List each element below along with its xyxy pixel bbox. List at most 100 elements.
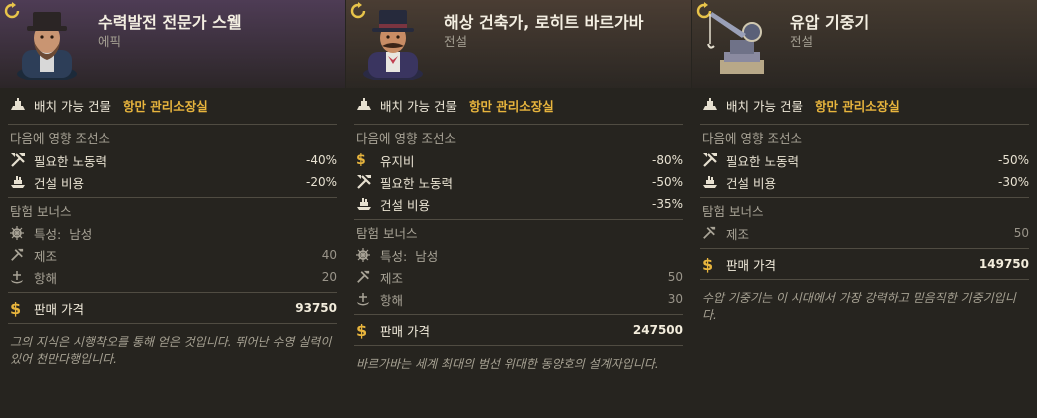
building-icon — [10, 97, 34, 113]
price-value: 93750 — [295, 301, 337, 315]
item-card-hydraulic-crane[interactable]: 유압 기중기 전설 배치 가능 건물 항만 관리소장실 다음에 영향 조선소 필… — [692, 0, 1037, 418]
divider — [8, 124, 337, 125]
specialist-card-rohit[interactable]: 해상 건축가, 로히트 바르가바 전설 배치 가능 건물 항만 관리소장실 다음… — [346, 0, 691, 418]
placement-label: 배치 가능 건물 — [34, 98, 111, 114]
tools-icon — [702, 225, 726, 241]
expedition-value: 40 — [321, 248, 337, 262]
effect-row: 건설 비용 -35% — [346, 193, 691, 215]
divider — [354, 219, 683, 220]
effect-value: -50% — [997, 153, 1029, 167]
divider — [700, 197, 1029, 198]
expedition-value: 50 — [1013, 226, 1029, 240]
placement-value: 항만 관리소장실 — [122, 98, 208, 114]
dollar-icon: $ — [356, 320, 368, 340]
divider — [354, 314, 683, 315]
effect-value: -20% — [305, 175, 337, 189]
effect-value: -40% — [305, 153, 337, 167]
price-value: 247500 — [632, 323, 683, 337]
effect-label: 유지비 — [380, 153, 415, 169]
flavor-text: 그의 지식은 시행착오를 통해 얻은 것입니다. 뛰어난 수영 실력이 있어 천… — [10, 335, 332, 366]
portrait-rohit-icon — [360, 4, 426, 80]
effect-row: 필요한 노동력 -50% — [692, 149, 1037, 171]
expedition-title: 탐험 보너스 — [356, 226, 418, 241]
affect-title: 다음에 영향 조선소 — [356, 131, 456, 146]
expedition-value: 50 — [667, 270, 683, 284]
card-header: 해상 건축가, 로히트 바르가바 전설 — [346, 0, 691, 88]
flavor-text: 바르가바는 세계 최대의 범선 위대한 동양호의 설계자입니다. — [356, 357, 659, 371]
rarity-label: 전설 — [790, 34, 814, 49]
expedition-extra: 남성 — [415, 248, 439, 264]
expedition-row: 제조 50 — [346, 266, 691, 288]
divider — [354, 345, 683, 346]
effect-row: 건설 비용 -30% — [692, 171, 1037, 193]
flavor-text: 수압 기중기는 이 시대에서 가장 강력하고 믿음직한 기중기입니다. — [702, 291, 1016, 322]
effect-row: 필요한 노동력 -40% — [0, 149, 345, 171]
expedition-row: 특성: 남성 — [346, 244, 691, 266]
dollar-icon: $ — [702, 254, 714, 274]
effect-row: 건설 비용 -20% — [0, 171, 345, 193]
expedition-label: 제조 — [380, 270, 404, 286]
expedition-extra: 남성 — [69, 226, 93, 242]
expedition-title: 탐험 보너스 — [10, 204, 72, 219]
expedition-label: 특성: — [34, 226, 62, 242]
expedition-row: 항해 20 — [0, 266, 345, 288]
tools-icon — [356, 269, 380, 285]
effect-row: 필요한 노동력 -50% — [346, 171, 691, 193]
ship-icon — [10, 174, 34, 190]
placement-row: 배치 가능 건물 항만 관리소장실 — [346, 90, 691, 120]
rarity-label: 전설 — [444, 34, 468, 49]
price-row: $ 판매 가격 93750 — [0, 297, 345, 319]
effect-label: 필요한 노동력 — [380, 175, 453, 191]
portrait-swell-icon — [14, 4, 80, 80]
effect-value: -30% — [997, 175, 1029, 189]
placement-value: 항만 관리소장실 — [468, 98, 554, 114]
price-label: 판매 가격 — [34, 301, 84, 317]
crane-icon — [706, 4, 772, 80]
expedition-label: 제조 — [34, 248, 58, 264]
expedition-row: 특성: 남성 — [0, 222, 345, 244]
price-label: 판매 가격 — [380, 323, 430, 339]
expedition-label: 항해 — [34, 270, 58, 286]
divider — [700, 248, 1029, 249]
placement-value: 항만 관리소장실 — [814, 98, 900, 114]
divider — [700, 124, 1029, 125]
expedition-value: 30 — [667, 292, 683, 306]
helm-icon — [10, 225, 34, 241]
effect-value: -50% — [651, 175, 683, 189]
dollar-icon: $ — [10, 298, 22, 318]
divider — [8, 197, 337, 198]
card-title: 유압 기중기 — [790, 13, 870, 32]
placement-row: 배치 가능 건물 항만 관리소장실 — [0, 90, 345, 120]
placement-row: 배치 가능 건물 항만 관리소장실 — [692, 90, 1037, 120]
effect-value: -80% — [651, 153, 683, 167]
effect-label: 필요한 노동력 — [726, 153, 799, 169]
price-value: 149750 — [978, 257, 1029, 271]
expedition-value: 20 — [321, 270, 337, 284]
ship-icon — [702, 174, 726, 190]
anchor-ship-icon — [356, 291, 380, 307]
card-title: 해상 건축가, 로히트 바르가바 — [444, 13, 644, 32]
helm-icon — [356, 247, 380, 263]
building-icon — [356, 97, 380, 113]
card-header: 유압 기중기 전설 — [692, 0, 1037, 88]
rarity-label: 에픽 — [98, 34, 122, 49]
divider — [8, 292, 337, 293]
price-row: $ 판매 가격 149750 — [692, 253, 1037, 275]
specialist-card-swell[interactable]: 수력발전 전문가 스웰 에픽 배치 가능 건물 항만 관리소장실 다음에 영향 … — [0, 0, 345, 418]
expedition-title: 탐험 보너스 — [702, 204, 764, 219]
placement-label: 배치 가능 건물 — [726, 98, 803, 114]
divider — [700, 279, 1029, 280]
tools-icon — [10, 152, 34, 168]
expedition-label: 특성: — [380, 248, 408, 264]
building-icon — [702, 97, 726, 113]
effect-value: -35% — [651, 197, 683, 211]
expedition-label: 제조 — [726, 226, 750, 242]
expedition-row: 항해 30 — [346, 288, 691, 310]
effect-label: 건설 비용 — [380, 197, 430, 213]
anchor-ship-icon — [10, 269, 34, 285]
affect-title: 다음에 영향 조선소 — [10, 131, 110, 146]
tools-icon — [356, 174, 380, 190]
divider — [354, 124, 683, 125]
price-label: 판매 가격 — [726, 257, 776, 273]
placement-label: 배치 가능 건물 — [380, 98, 457, 114]
